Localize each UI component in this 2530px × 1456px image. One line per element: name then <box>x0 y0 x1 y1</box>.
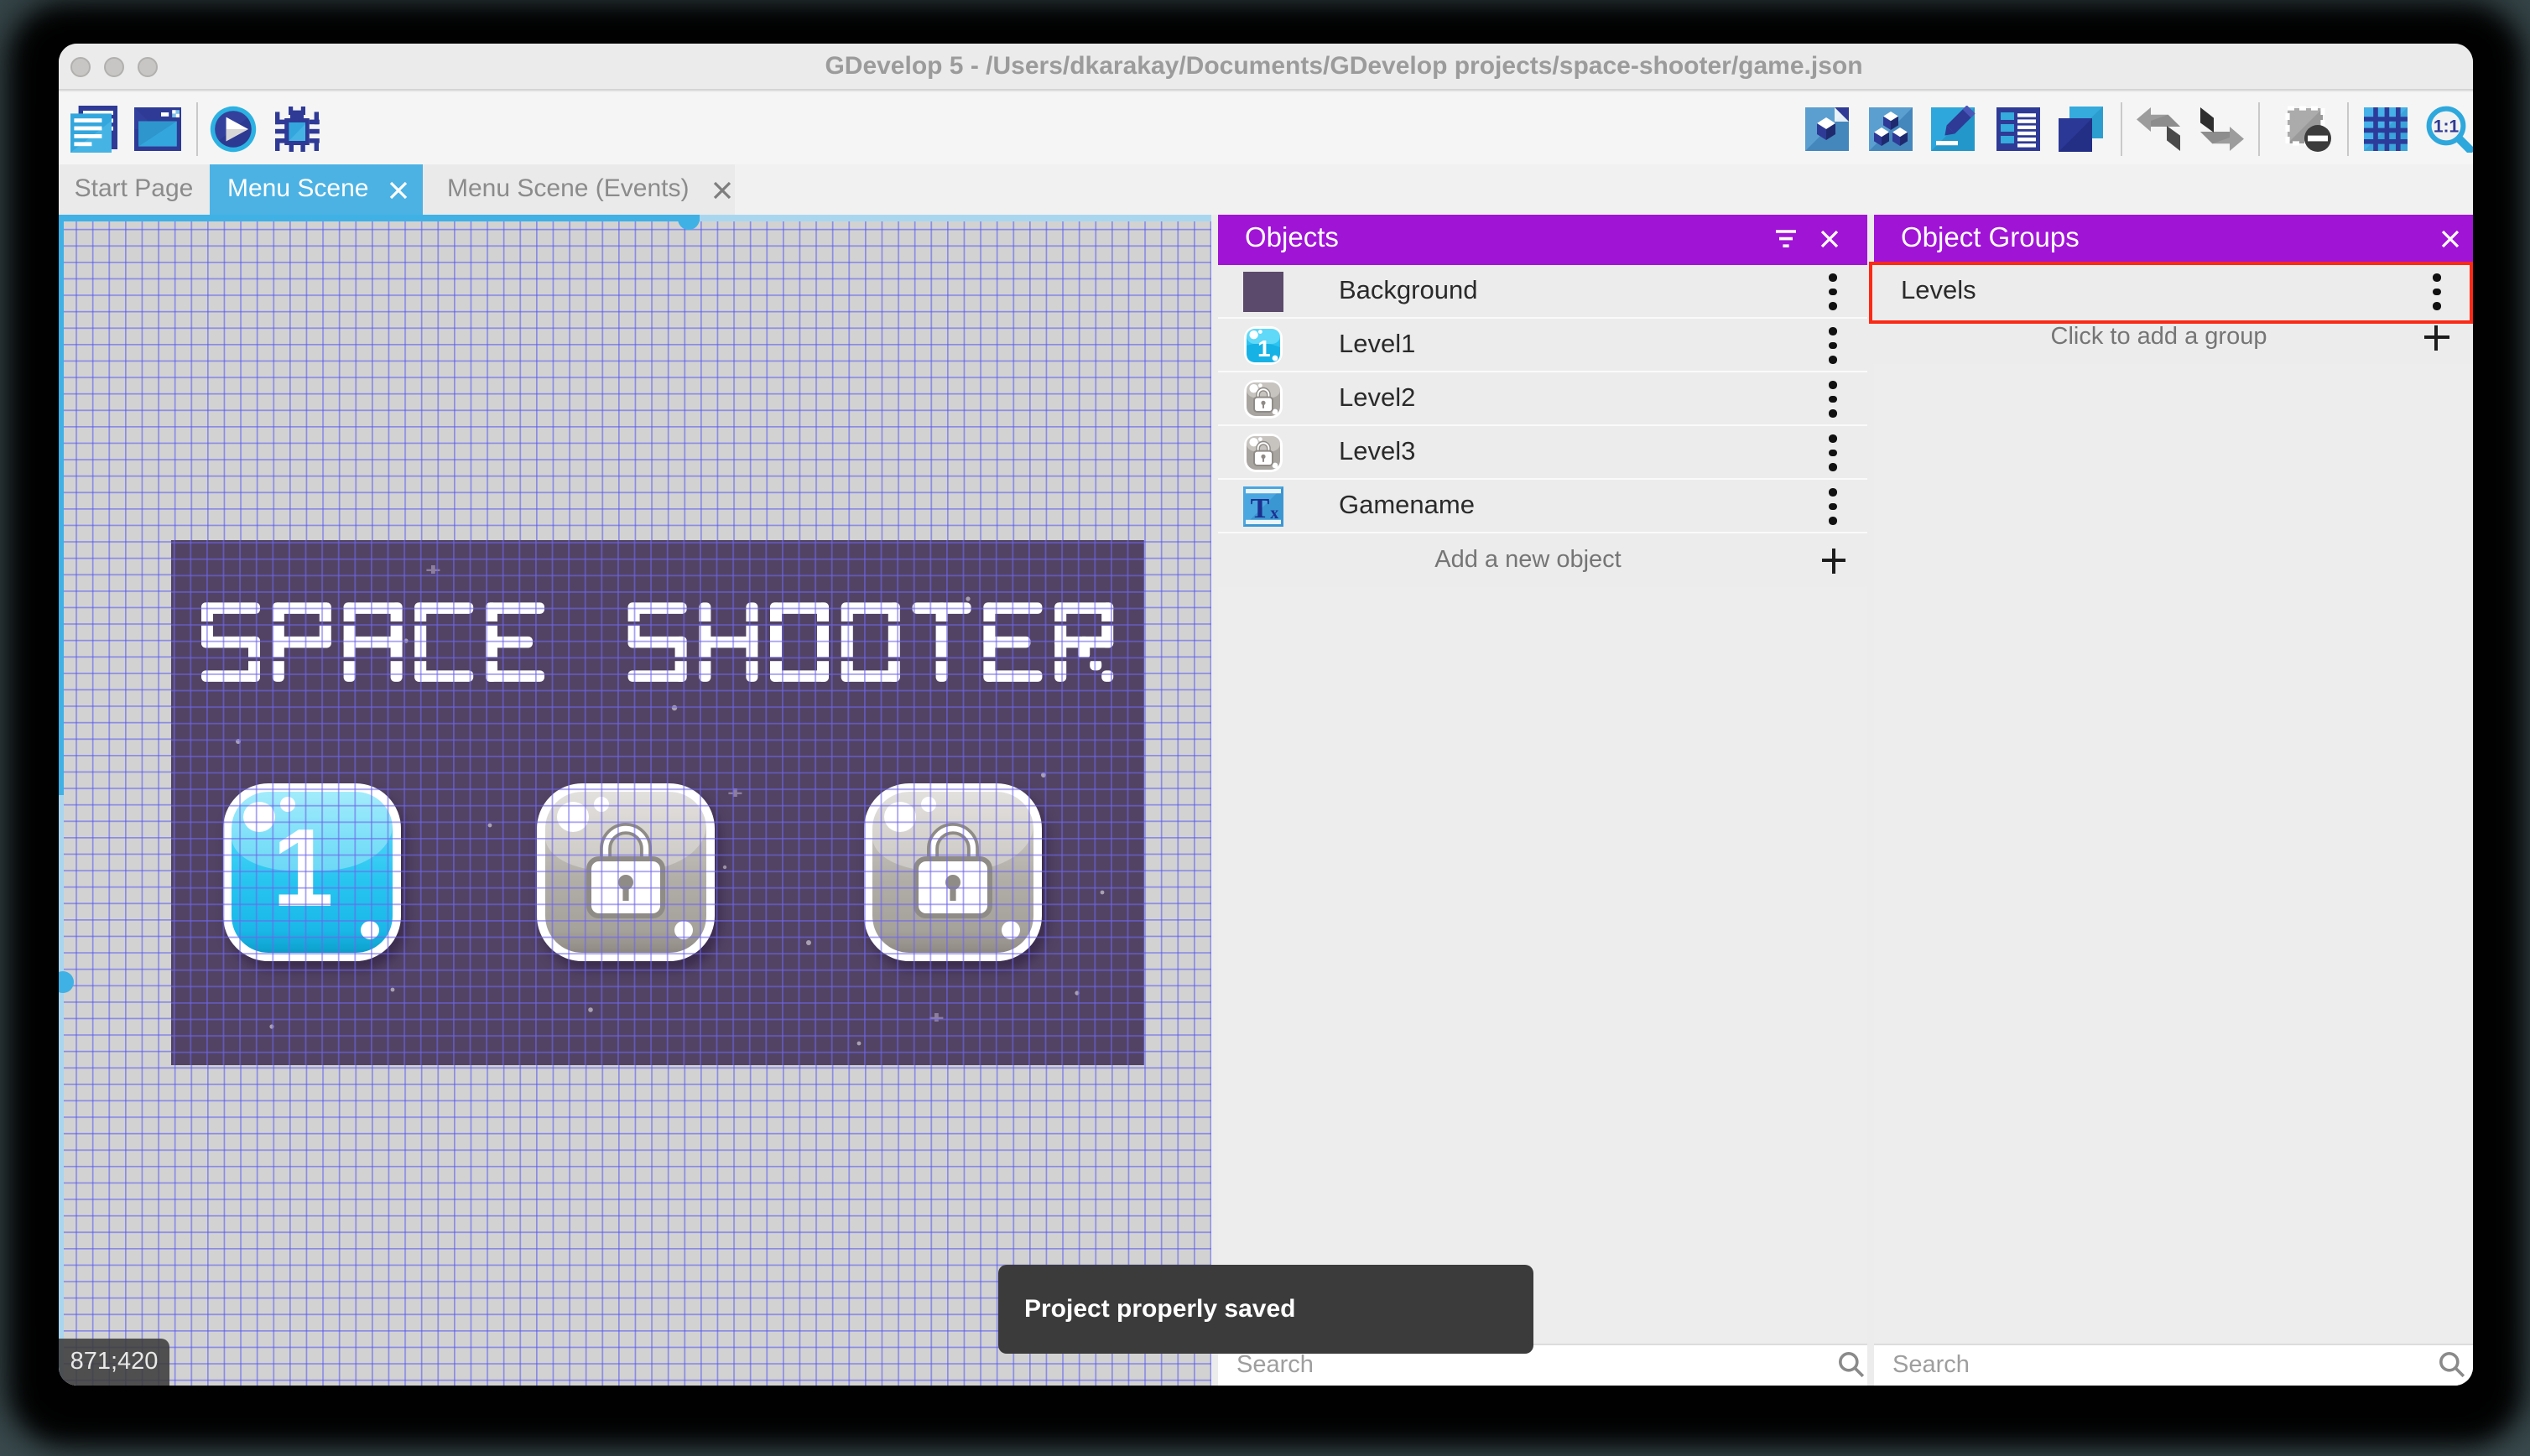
svg-text:1:1: 1:1 <box>2433 117 2459 137</box>
svg-text:T: T <box>1251 493 1270 524</box>
svg-text:x: x <box>1270 504 1278 523</box>
svg-text:1: 1 <box>1257 335 1271 361</box>
